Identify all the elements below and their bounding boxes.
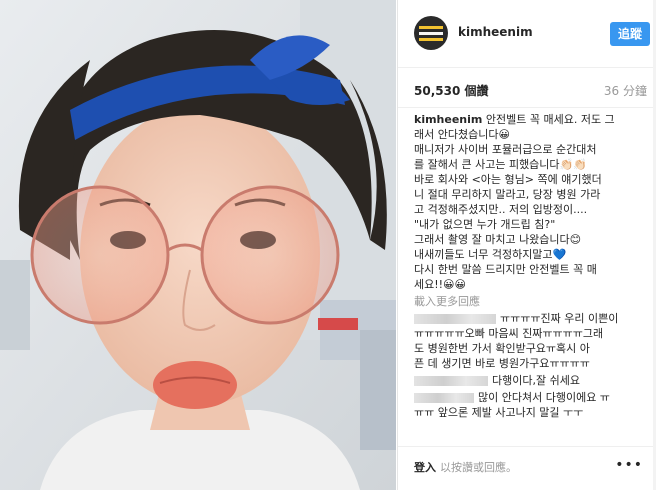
comment-item: 다행이다,잘 쉬세요 — [414, 373, 642, 388]
post-sidebar: kimheenim 追蹤 50,530 個讚 36 分鐘 kimheenim 안… — [397, 0, 656, 490]
post-time[interactable]: 36 分鐘 — [604, 82, 647, 99]
post-footer: 登入 以按讚或回應。 ••• — [398, 446, 656, 490]
comment-item: 많이 안다쳐서 다행이에요 ㅠ ㅠㅠ 앞으론 제발 사고나지 말길 ㅜㅜ — [414, 391, 610, 419]
username-link[interactable]: kimheenim — [458, 25, 533, 39]
follow-button[interactable]: 追蹤 — [610, 22, 650, 46]
more-options-icon[interactable]: ••• — [615, 457, 643, 473]
comments-area: kimheenim 안전벨트 꼭 매세요. 저도 그 래서 안다쳤습니다😀 매니… — [414, 112, 642, 442]
selfie-image — [0, 0, 396, 490]
post-stats: 50,530 個讚 36 分鐘 — [398, 68, 656, 108]
caption-line: 바로 회사와 <아는 형님> 쪽에 얘기했더 — [414, 173, 602, 186]
caption-line: 를 잘해서 큰 사고는 피했습니다👏🏻👏🏻 — [414, 158, 587, 171]
caption-line: "내가 없으면 누가 개드립 침?" — [414, 218, 556, 231]
avatar-logo — [419, 22, 443, 44]
login-link[interactable]: 登入 — [414, 459, 436, 475]
caption-line: 다시 한번 말씀 드리지만 안전벨트 꼭 매 — [414, 263, 597, 276]
caption-line: 세요!!😀😀 — [414, 278, 466, 291]
post-header: kimheenim 追蹤 — [398, 0, 656, 68]
avatar[interactable] — [414, 16, 448, 50]
blurred-username — [414, 314, 496, 324]
caption-username[interactable]: kimheenim — [414, 113, 482, 126]
caption-line: 니 절대 무리하지 말라고, 당장 병원 가라 — [414, 188, 601, 201]
likes-count[interactable]: 50,530 個讚 — [414, 82, 489, 99]
blurred-username — [414, 393, 474, 403]
caption-line: 고 걱정해주셨지만.. 저의 입방정이.... — [414, 203, 588, 216]
caption-line: 래서 안다쳤습니다😀 — [414, 128, 510, 141]
caption-line: 그래서 촬영 잘 마치고 나왔습니다😊 — [414, 233, 582, 246]
post-photo[interactable] — [0, 0, 396, 490]
login-hint: 以按讚或回應。 — [440, 461, 517, 474]
caption-line: 내새끼들도 너무 걱정하지말고💙 — [414, 248, 567, 261]
blurred-username — [414, 376, 488, 386]
caption-line: 매니저가 사이버 포뮬러급으로 순간대처 — [414, 143, 597, 156]
comment-item: ㅠㅠㅠㅠ진짜 우리 이쁜이 ㅠㅠㅠㅠㅠ오빠 마음씨 진짜ㅠㅠㅠㅠ그래 도 병원한… — [414, 312, 619, 370]
load-more-comments[interactable]: 載入更多回應 — [414, 294, 642, 309]
caption-line: kimheenim 안전벨트 꼭 매세요. 저도 그 — [414, 113, 615, 126]
post-caption: kimheenim 안전벨트 꼭 매세요. 저도 그 래서 안다쳤습니다😀 매니… — [414, 112, 642, 292]
